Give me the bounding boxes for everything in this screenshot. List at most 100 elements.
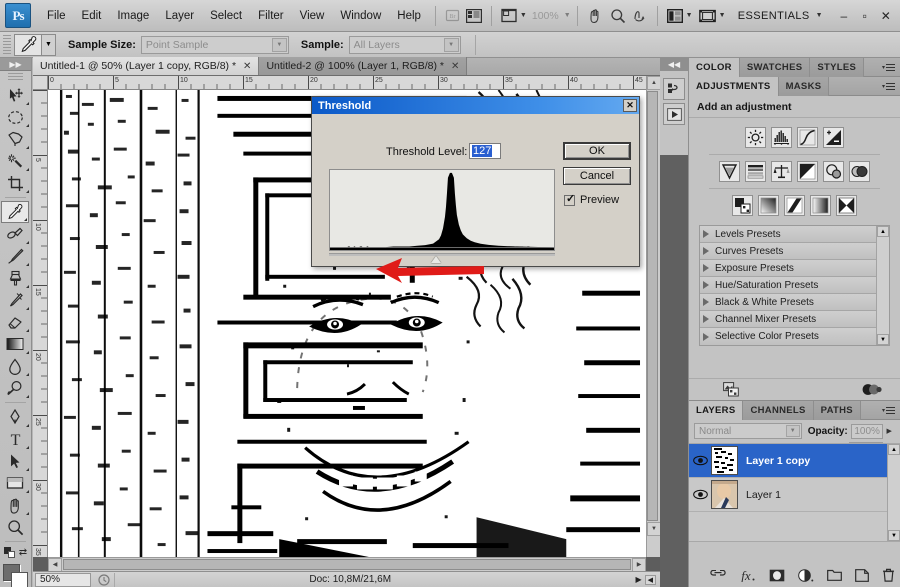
panel-menu-icon[interactable]: ▾	[877, 405, 900, 416]
tab-adjustments[interactable]: ADJUSTMENTS	[689, 76, 779, 96]
dodge-tool[interactable]	[0, 377, 30, 399]
menu-layer[interactable]: Layer	[157, 7, 202, 25]
active-tool-preview[interactable]	[14, 33, 42, 56]
chevron-down-icon[interactable]: ▼	[443, 37, 459, 52]
menu-filter[interactable]: Filter	[250, 7, 292, 25]
healing-brush-tool[interactable]	[0, 223, 30, 245]
presets-scrollbar[interactable]: ▲ ▼	[876, 226, 889, 345]
preset-exposure[interactable]: Exposure Presets	[700, 260, 889, 277]
move-tool[interactable]	[0, 84, 30, 106]
view-extras-icon[interactable]: ▼	[498, 5, 530, 27]
brightness-contrast-icon[interactable]	[745, 127, 766, 148]
threshold-dialog[interactable]: Threshold ✕ Threshold Level: 127 OK Canc…	[311, 96, 640, 283]
view-previous-state-icon[interactable]	[862, 383, 882, 396]
history-panel-icon[interactable]	[663, 78, 685, 100]
close-icon[interactable]: ✕	[243, 61, 251, 72]
menu-select[interactable]: Select	[202, 7, 250, 25]
new-group-icon[interactable]	[827, 569, 842, 581]
expand-panel-icon[interactable]: ▶▶	[0, 58, 31, 71]
scroll-up-arrow[interactable]: ▲	[877, 226, 889, 237]
minimize-button[interactable]: –	[834, 6, 854, 26]
curves-icon[interactable]	[797, 127, 818, 148]
scroll-up-arrow[interactable]: ▲	[888, 444, 900, 455]
close-icon[interactable]: ✕	[451, 61, 459, 72]
chevron-down-icon[interactable]: ▼	[520, 12, 527, 19]
maximize-button[interactable]: ▫	[855, 6, 875, 26]
chevron-down-icon[interactable]: ▼	[719, 12, 726, 19]
menu-image[interactable]: Image	[109, 7, 157, 25]
photo-filter-icon[interactable]	[823, 161, 844, 182]
channel-mixer-icon[interactable]	[849, 161, 870, 182]
preview-checkbox-row[interactable]: ✓ Preview	[564, 193, 619, 206]
chevron-down-icon[interactable]: ▼	[785, 425, 800, 437]
toolbar-grip[interactable]	[8, 73, 23, 82]
document-tab-untitled-1[interactable]: Untitled-1 @ 50% (Layer 1 copy, RGB/8) *…	[33, 57, 260, 75]
options-bar-grip[interactable]	[3, 34, 11, 55]
blend-mode-select[interactable]: Normal ▼	[694, 423, 802, 439]
layer-mask-icon[interactable]	[769, 569, 785, 582]
chevron-down-icon[interactable]: ▼	[816, 12, 823, 19]
zoom-tool[interactable]	[0, 516, 30, 538]
rotate-view-icon[interactable]	[629, 5, 651, 27]
dialog-title-bar[interactable]: Threshold ✕	[312, 97, 639, 114]
preset-hue-saturation[interactable]: Hue/Saturation Presets	[700, 277, 889, 294]
preset-levels[interactable]: Levels Presets	[700, 226, 889, 243]
tab-swatches[interactable]: SWATCHES	[739, 57, 811, 77]
preset-black-white[interactable]: Black & White Presets	[700, 294, 889, 311]
blur-tool[interactable]	[0, 355, 30, 377]
opacity-field[interactable]: 100%	[850, 423, 884, 439]
vibrance-icon[interactable]	[719, 161, 740, 182]
rectangle-tool[interactable]	[0, 472, 30, 494]
ok-button[interactable]: OK	[563, 142, 631, 160]
black-white-icon[interactable]	[797, 161, 818, 182]
link-layers-icon[interactable]	[710, 570, 726, 580]
menu-help[interactable]: Help	[389, 7, 429, 25]
scroll-right-arrow[interactable]: ▶	[632, 557, 646, 572]
sample-select[interactable]: All Layers ▼	[348, 35, 461, 54]
tab-channels[interactable]: CHANNELS	[743, 400, 814, 420]
screen-mode-icon[interactable]: ▼	[664, 5, 696, 27]
preset-channel-mixer[interactable]: Channel Mixer Presets	[700, 311, 889, 328]
swap-colors-icon[interactable]: ⇄	[19, 547, 27, 558]
panel-menu-icon[interactable]: ▾	[877, 62, 900, 73]
cancel-button[interactable]: Cancel	[563, 167, 631, 185]
eraser-tool[interactable]	[0, 311, 30, 333]
close-icon[interactable]: ✕	[623, 99, 637, 112]
workspace-switcher[interactable]: ESSENTIALS ▼ – ▫ ✕	[738, 6, 900, 26]
vertical-scroll-thumb[interactable]	[647, 91, 658, 521]
elliptical-marquee-tool[interactable]	[0, 106, 30, 128]
horizontal-scrollbar[interactable]: ◀ ▶	[48, 557, 646, 572]
menu-edit[interactable]: Edit	[74, 7, 110, 25]
close-button[interactable]: ✕	[876, 6, 896, 26]
document-tab-untitled-2[interactable]: Untitled-2 @ 100% (Layer 1, RGB/8) * ✕	[259, 57, 468, 75]
layer-thumbnail[interactable]	[711, 480, 738, 509]
pen-tool[interactable]	[0, 406, 30, 428]
horizontal-scroll-thumb[interactable]	[63, 559, 631, 570]
zoom-level-field[interactable]: 100%	[530, 10, 561, 22]
status-more-icon[interactable]: ◀	[644, 574, 656, 585]
history-brush-tool[interactable]	[0, 289, 30, 311]
posterize-icon[interactable]	[758, 195, 779, 216]
layer-row-layer-1[interactable]: Layer 1	[689, 478, 900, 512]
threshold-level-input[interactable]: 127	[469, 143, 501, 159]
eyedropper-tool[interactable]	[1, 201, 29, 223]
preset-selective-color[interactable]: Selective Color Presets	[700, 328, 889, 345]
new-layer-icon[interactable]	[855, 568, 869, 582]
layer-visibility-icon[interactable]	[689, 489, 711, 500]
layer-visibility-icon[interactable]	[689, 455, 711, 466]
zoom-icon[interactable]	[607, 5, 629, 27]
hand-icon[interactable]	[584, 5, 607, 27]
menu-file[interactable]: File	[39, 7, 74, 25]
panel-menu-icon[interactable]: ▾	[877, 81, 900, 92]
scroll-up-arrow[interactable]: ▲	[647, 76, 661, 90]
clip-to-layer-icon[interactable]	[723, 382, 739, 397]
scroll-down-arrow[interactable]: ▼	[877, 334, 889, 345]
new-fill-adjustment-icon[interactable]	[798, 568, 814, 582]
ruler-corner[interactable]	[33, 76, 48, 90]
invert-icon[interactable]	[732, 195, 753, 216]
delete-layer-icon[interactable]	[882, 568, 895, 582]
chevron-down-icon[interactable]: ▼	[564, 12, 571, 19]
layer-row-layer-1-copy[interactable]: Layer 1 copy	[689, 444, 900, 478]
color-balance-icon[interactable]	[771, 161, 792, 182]
crop-tool[interactable]	[0, 172, 30, 194]
